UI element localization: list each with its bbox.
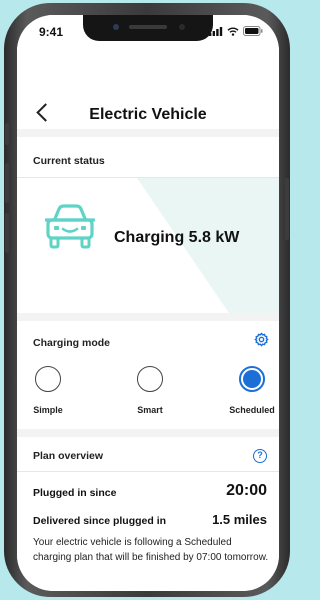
- mode-smart-radio[interactable]: [137, 366, 163, 392]
- plan-overview-title: Plan overview: [33, 450, 104, 462]
- sensor: [179, 24, 185, 30]
- volume-up-button: [5, 163, 9, 203]
- screen: 9:41 Electric Vehicle Current status Cha…: [17, 15, 279, 591]
- power-button: [285, 178, 289, 240]
- mode-simple-radio[interactable]: [35, 366, 61, 392]
- front-camera: [113, 24, 119, 30]
- signal-icon: [209, 26, 223, 36]
- mode-smart-label: Smart: [137, 405, 163, 415]
- battery-icon: [243, 26, 263, 36]
- charging-mode-card: Charging mode Simple Smart Scheduled: [17, 321, 279, 429]
- car-icon: [45, 204, 95, 249]
- help-icon[interactable]: ?: [253, 449, 267, 463]
- plan-overview-card: Plan overview ? Plugged in since 20:00 D…: [17, 437, 279, 591]
- status-bar: 9:41: [17, 15, 279, 49]
- settings-gear-icon[interactable]: [254, 332, 269, 347]
- current-status-title: Current status: [33, 155, 105, 167]
- mute-switch: [5, 123, 9, 145]
- delivered-label: Delivered since plugged in: [33, 515, 167, 527]
- phone-frame: 9:41 Electric Vehicle Current status Cha…: [4, 3, 290, 597]
- divider: [17, 471, 279, 472]
- status-time: 9:41: [39, 25, 64, 39]
- notch: [83, 15, 213, 41]
- plugged-in-label: Plugged in since: [33, 487, 117, 499]
- charging-mode-title: Charging mode: [33, 337, 111, 349]
- mode-scheduled-label: Scheduled: [229, 405, 275, 415]
- wifi-icon: [227, 27, 239, 36]
- charging-status-text: Charging 5.8 kW: [114, 229, 240, 246]
- status-icons: [209, 26, 263, 36]
- app-header: Electric Vehicle: [17, 49, 279, 129]
- delivered-value: 1.5 miles: [212, 512, 267, 527]
- plugged-in-value: 20:00: [226, 482, 267, 499]
- plan-description: Your electric vehicle is following a Sch…: [33, 537, 269, 563]
- volume-down-button: [5, 213, 9, 253]
- mode-simple-label: Simple: [33, 405, 63, 415]
- current-status-card: Current status Charging 5.8 kW: [17, 137, 279, 313]
- mode-scheduled-radio[interactable]: [239, 366, 265, 392]
- earpiece-speaker: [129, 25, 167, 29]
- page-title: Electric Vehicle: [89, 106, 207, 123]
